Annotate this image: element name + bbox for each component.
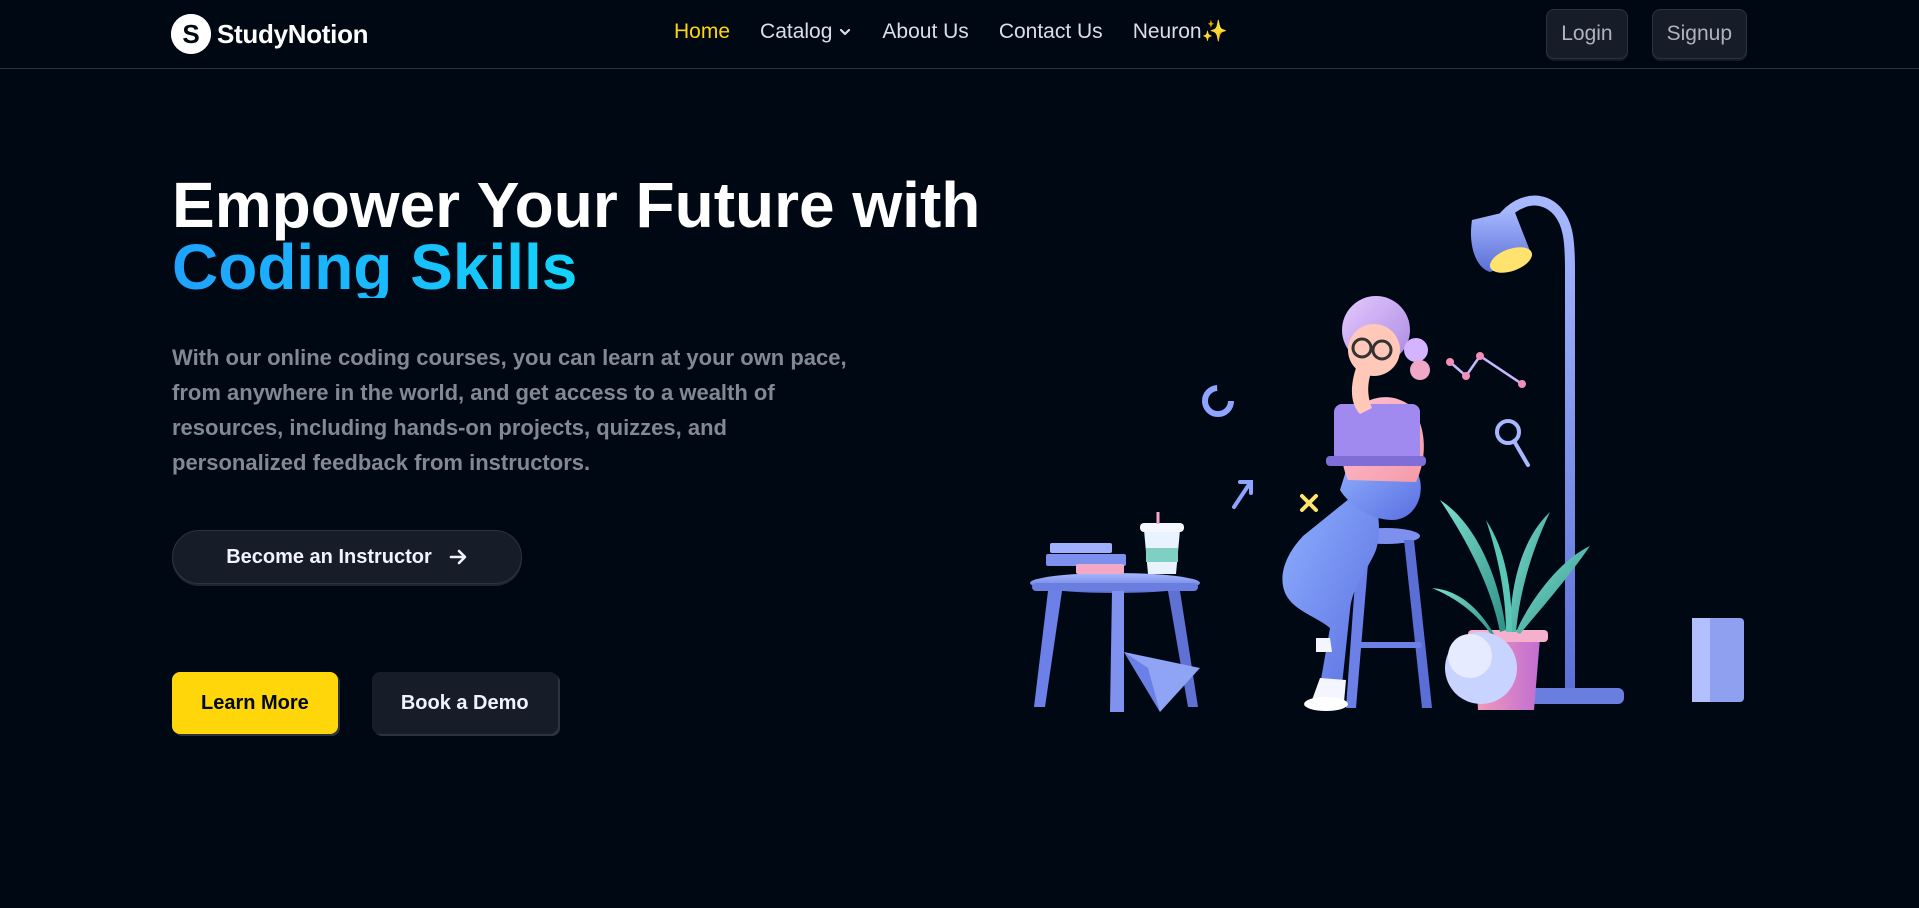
hero-title-highlight: Coding Skills bbox=[172, 235, 980, 299]
become-instructor-button[interactable]: Become an Instructor bbox=[172, 530, 522, 584]
nav-link-catalog[interactable]: Catalog bbox=[760, 20, 852, 44]
learn-more-button[interactable]: Learn More bbox=[172, 672, 338, 734]
hero-title-line1: Empower Your Future with bbox=[172, 169, 981, 241]
svg-text:S: S bbox=[182, 19, 199, 49]
nav-link-catalog-label: Catalog bbox=[760, 20, 833, 43]
nav-link-contact-us[interactable]: Contact Us bbox=[999, 20, 1103, 44]
arrow-right-icon bbox=[449, 549, 467, 565]
hero-description: With our online coding courses, you can … bbox=[172, 345, 847, 475]
logo[interactable]: S StudyNotion bbox=[171, 14, 369, 54]
cta-buttons: Learn More Book a Demo bbox=[172, 672, 558, 734]
girl-with-laptop-illustration bbox=[1030, 195, 1744, 712]
top-navbar: S StudyNotion Home Catalog About Us Cont… bbox=[0, 0, 1919, 69]
book-demo-button[interactable]: Book a Demo bbox=[371, 672, 558, 734]
nav-link-about-us[interactable]: About Us bbox=[882, 20, 968, 44]
signup-button[interactable]: Signup bbox=[1651, 9, 1747, 59]
nav-link-home-label: Home bbox=[674, 20, 731, 43]
nav-link-about-label: About Us bbox=[882, 20, 969, 43]
nav-link-neuron[interactable]: Neuron✨ bbox=[1133, 20, 1228, 44]
login-button[interactable]: Login bbox=[1546, 9, 1628, 59]
become-instructor-label: Become an Instructor bbox=[226, 545, 432, 568]
brand-name: StudyNotion bbox=[217, 18, 369, 49]
chevron-down-icon bbox=[840, 28, 851, 36]
main-nav: Home Catalog About Us Contact Us Neuron✨ bbox=[674, 20, 1228, 44]
logo-icon: S bbox=[171, 14, 211, 54]
nav-link-neuron-label: Neuron✨ bbox=[1132, 20, 1228, 43]
nav-link-contact-label: Contact Us bbox=[998, 20, 1103, 43]
nav-link-home[interactable]: Home bbox=[674, 20, 730, 44]
auth-buttons: Login Signup bbox=[1546, 9, 1747, 59]
hero-title: Empower Your Future with Coding Skills bbox=[172, 169, 981, 299]
